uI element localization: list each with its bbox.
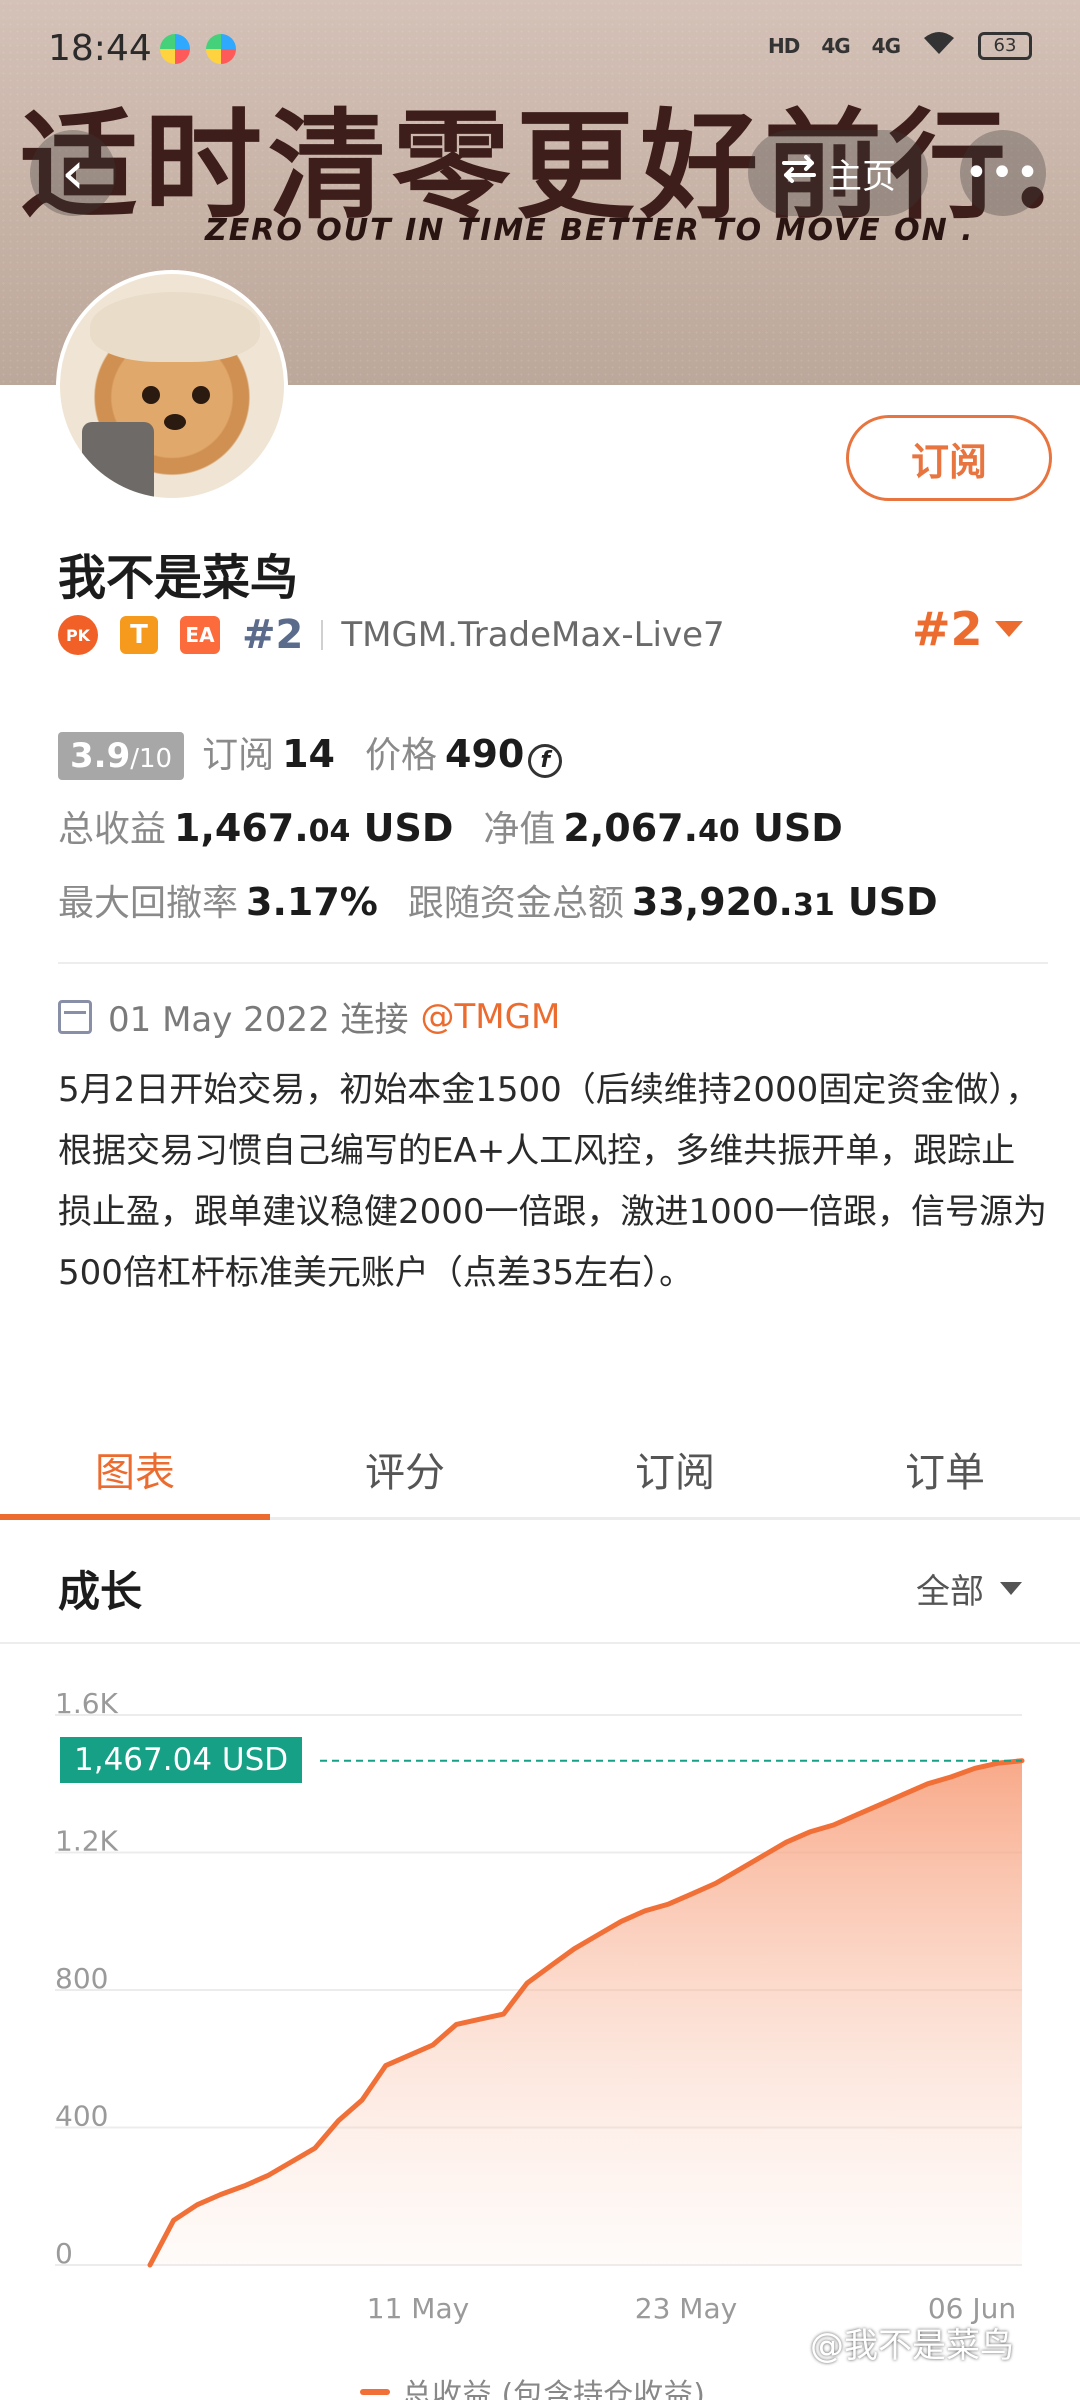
wifi-icon: [922, 30, 956, 62]
y-tick-label: 0: [55, 2237, 73, 2270]
follow-funds-label: 跟随资金总额: [407, 883, 624, 924]
x-tick-label: 11 May: [367, 2292, 469, 2325]
triangle-down-icon: [1000, 1582, 1022, 1595]
total-profit-value: 1,467.04 USD: [174, 806, 454, 850]
broker-link[interactable]: @TMGM: [421, 997, 561, 1037]
subscribe-count-label: 订阅: [202, 735, 275, 776]
coin-icon: f: [528, 743, 563, 778]
avatar[interactable]: [56, 270, 288, 502]
more-button[interactable]: •••: [960, 130, 1046, 216]
range-filter-label: 全部: [916, 1572, 984, 1612]
user-name: 我不是菜鸟: [58, 550, 299, 606]
growth-area: [150, 1760, 1022, 2265]
rating-max: /10: [130, 744, 173, 774]
chart-legend[interactable]: 总收益 (包含持仓收益): [360, 2370, 705, 2400]
stats-block: 3.9/10 订阅 14 价格 490 f 总收益 1,467.04 USD 净…: [58, 726, 1048, 948]
connect-date: 01 May 2022 连接: [108, 1000, 409, 1040]
home-button[interactable]: 主页: [748, 130, 928, 216]
current-value-tag: 1,467.04 USD: [60, 1737, 303, 1783]
subscribe-count: 14: [282, 732, 335, 776]
y-tick-label: 400: [55, 2100, 108, 2133]
signal-icon: 4G: [821, 34, 850, 58]
legend-swatch: [360, 2389, 390, 2395]
switch-icon: [780, 153, 818, 193]
watermark: @我不是菜鸟: [810, 2326, 1014, 2366]
section-title: 成长: [58, 1567, 143, 1616]
ea-badge-icon[interactable]: EA: [180, 616, 220, 654]
server-name: TMGM.TradeMax-Live7: [341, 615, 725, 655]
hd-icon: HD: [767, 34, 800, 58]
price-label: 价格: [364, 735, 437, 776]
total-profit-label: 总收益: [58, 809, 167, 850]
back-button[interactable]: ‹: [30, 130, 116, 216]
status-time: 18:44: [48, 28, 152, 69]
badges-row: PK T EA #2 TMGM.TradeMax-Live7: [58, 610, 725, 660]
rank-dropdown[interactable]: #2: [912, 602, 1023, 656]
t-badge-icon[interactable]: T: [120, 616, 158, 654]
connect-info: 01 May 2022 连接 @TMGM: [58, 992, 560, 1041]
banner-subtitle: ZERO OUT IN TIME BETTER TO MOVE ON .: [205, 213, 975, 248]
app-notification-icon: [160, 34, 190, 64]
rank-label: #2: [242, 612, 304, 658]
y-tick-label: 1.6K: [55, 1687, 119, 1720]
stats-row-3: 最大回撤率 3.17% 跟随资金总额 33,920.31 USD: [58, 874, 1048, 948]
tab-orders[interactable]: 订单: [810, 1420, 1080, 1517]
more-dots-icon: •••: [964, 150, 1042, 196]
rating-badge[interactable]: 3.9/10: [58, 732, 185, 780]
rank-dropdown-label: #2: [912, 602, 983, 656]
drawdown-label: 最大回撤率: [58, 883, 239, 924]
tab-subscription[interactable]: 订阅: [540, 1420, 810, 1517]
tab-bar: 图表 评分 订阅 订单: [0, 1420, 1080, 1520]
equity-value: 2,067.40 USD: [563, 806, 843, 850]
stats-row-1: 3.9/10 订阅 14 价格 490 f: [58, 726, 1048, 800]
calendar-icon: [58, 999, 92, 1034]
subscribe-button[interactable]: 订阅: [846, 415, 1052, 501]
price-value: 490: [445, 732, 525, 776]
app-notification-icon: [206, 34, 236, 64]
range-filter-dropdown[interactable]: 全部: [916, 1564, 1022, 1613]
drawdown-value: 3.17%: [246, 880, 378, 924]
tab-chart[interactable]: 图表: [0, 1420, 270, 1520]
stats-row-2: 总收益 1,467.04 USD 净值 2,067.40 USD: [58, 800, 1048, 874]
signal-icon: 4G: [871, 34, 901, 58]
y-tick-label: 800: [55, 1962, 108, 1995]
equity-label: 净值: [483, 809, 556, 850]
strategy-description: 5月2日开始交易，初始本金1500（后续维持2000固定资金做），根据交易习惯自…: [58, 1070, 1048, 1293]
y-tick-label: 1.2K: [55, 1825, 119, 1858]
status-bar: 18:44 HD 4G 4G 63: [0, 0, 1080, 100]
triangle-down-icon: [994, 621, 1023, 637]
x-tick-label: 23 May: [635, 2292, 737, 2325]
divider: [58, 962, 1048, 964]
chevron-left-icon: ‹: [61, 138, 85, 208]
divider: [321, 620, 324, 650]
growth-section-header: 成长 全部: [0, 1540, 1080, 1644]
home-label: 主页: [828, 156, 896, 197]
legend-label: 总收益 (包含持仓收益): [402, 2378, 705, 2400]
rating-score: 3.9: [70, 736, 131, 776]
pk-badge-icon[interactable]: PK: [58, 615, 98, 655]
tab-rating[interactable]: 评分: [270, 1420, 540, 1517]
follow-funds-value: 33,920.31 USD: [631, 880, 938, 924]
battery-icon: 63: [978, 32, 1032, 60]
growth-chart[interactable]: 1.6K 1.2K 800 400 0 11 May 23 May 06 Jun 1,467.…: [0, 1680, 1080, 2400]
status-icons: HD 4G 4G 63: [768, 30, 1032, 62]
growth-chart-svg: 1.6K1.2K800400011 May 23 May 06 Jun: [55, 1687, 1025, 2325]
